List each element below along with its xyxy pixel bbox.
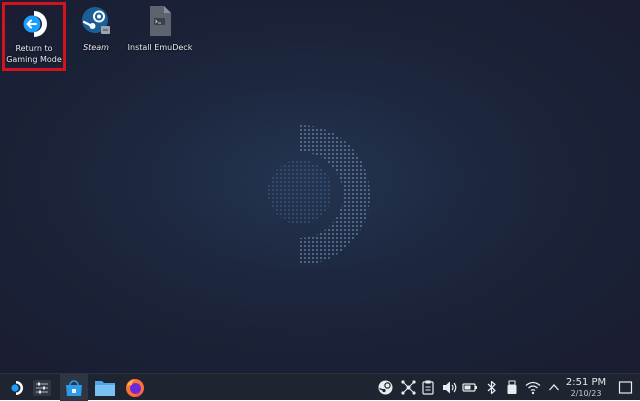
clipboard-tray-button[interactable] — [420, 379, 436, 395]
network-share-tray-button[interactable] — [400, 379, 416, 395]
return-arrow-icon — [18, 8, 50, 40]
desktop[interactable]: Return to Gaming Mode Steam Install EmuD… — [0, 0, 640, 373]
network-share-icon — [400, 379, 416, 395]
install-emudeck-label: Install EmuDeck — [127, 43, 193, 52]
bluetooth-icon — [487, 380, 496, 394]
script-file-icon — [144, 5, 176, 37]
steam-label: Steam — [83, 43, 109, 52]
steamos-wallpaper-logo — [268, 125, 370, 265]
bluetooth-tray-button[interactable] — [484, 379, 500, 395]
digital-clock[interactable]: 2:51 PM 2/10/23 — [563, 377, 609, 399]
steam-shortcut[interactable]: Steam — [64, 0, 128, 70]
wifi-icon — [525, 381, 541, 394]
battery-tray-button[interactable] — [462, 379, 478, 395]
taskbar-settings-button[interactable] — [30, 374, 54, 401]
install-emudeck-shortcut[interactable]: Install EmuDeck — [128, 0, 192, 70]
removable-device-icon — [507, 380, 517, 394]
wifi-tray-button[interactable] — [525, 379, 541, 395]
steamos-logo-icon — [11, 380, 23, 395]
return-to-gaming-mode-label: Return to Gaming Mode — [6, 44, 62, 64]
clock-time: 2:51 PM — [565, 377, 607, 388]
file-manager-folder-icon — [95, 380, 115, 396]
return-to-gaming-mode-shortcut[interactable]: Return to Gaming Mode — [2, 2, 66, 71]
firefox-icon — [126, 378, 144, 397]
taskbar-discover-button[interactable] — [60, 374, 88, 401]
battery-icon — [462, 382, 477, 392]
chevron-up-icon — [549, 383, 559, 390]
show-desktop-icon — [618, 380, 632, 394]
taskbar-firefox-button[interactable] — [122, 374, 148, 401]
discover-store-icon — [66, 379, 82, 396]
steam-icon — [80, 5, 112, 37]
clipboard-icon — [422, 380, 434, 395]
taskbar: 2:51 PM 2/10/23 — [0, 373, 640, 401]
volume-tray-button[interactable] — [441, 379, 457, 395]
steam-tray-button[interactable] — [377, 379, 393, 395]
steam-tray-icon — [378, 380, 392, 394]
removable-device-tray-button[interactable] — [504, 379, 520, 395]
show-desktop-button[interactable] — [617, 379, 633, 395]
clock-date: 2/10/23 — [570, 389, 602, 398]
taskbar-file-manager-button[interactable] — [92, 374, 118, 401]
settings-sliders-icon — [33, 379, 51, 396]
show-hidden-icons-button[interactable] — [546, 379, 562, 395]
volume-icon — [442, 381, 456, 393]
application-launcher-button[interactable] — [4, 374, 28, 401]
